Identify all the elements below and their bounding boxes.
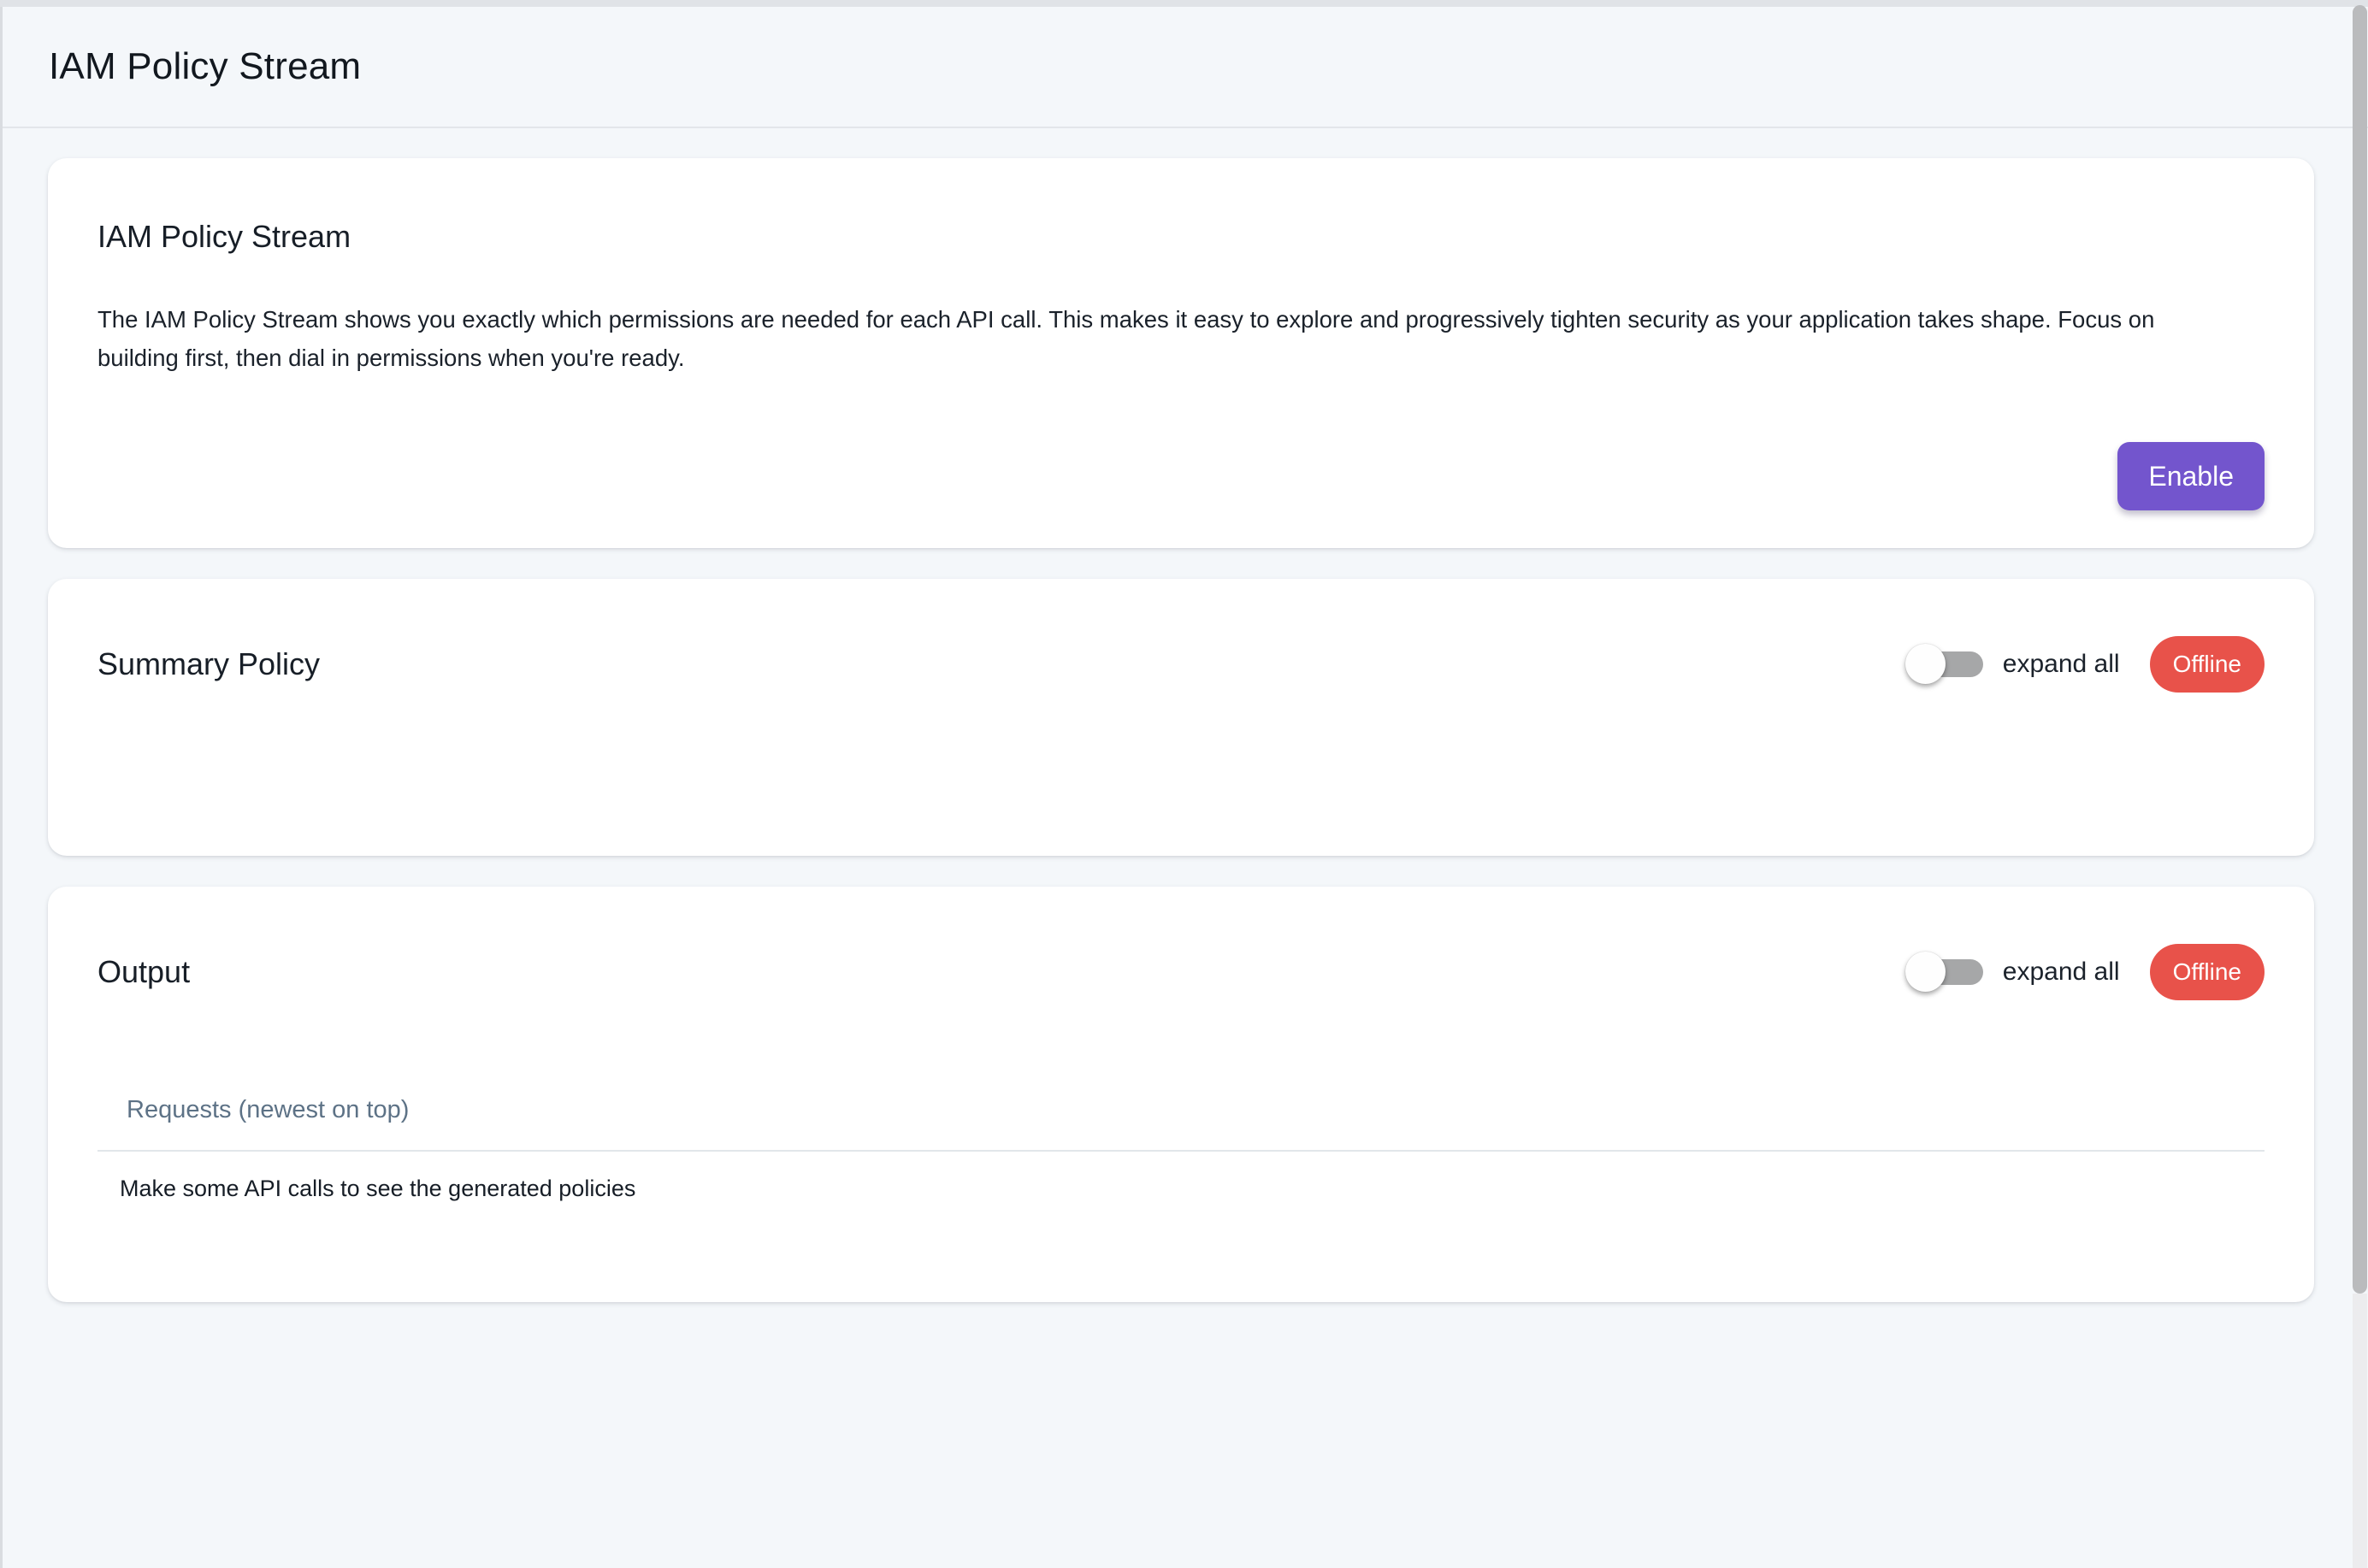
output-card: Output expand all Offline Requests (newe… <box>48 887 2314 1302</box>
output-expand-all-toggle-knob[interactable] <box>1905 952 1946 992</box>
output-status-badge: Offline <box>2150 944 2265 1000</box>
vertical-scrollbar[interactable] <box>2351 5 2368 1568</box>
summary-expand-all-label: expand all <box>2003 650 2120 679</box>
requests-empty-message: Make some API calls to see the generated… <box>97 1176 2265 1202</box>
summary-policy-header-row: Summary Policy expand all Offline <box>97 630 2265 699</box>
requests-divider <box>97 1150 2265 1152</box>
requests-heading: Requests (newest on top) <box>97 1095 2265 1124</box>
output-controls: expand all Offline <box>1911 944 2265 1000</box>
app-container: IAM Policy Stream IAM Policy Stream The … <box>0 7 2368 1568</box>
requests-section: Requests (newest on top) Make some API c… <box>97 1095 2265 1202</box>
output-header-row: Output expand all Offline <box>97 938 2265 1006</box>
intro-card: IAM Policy Stream The IAM Policy Stream … <box>48 158 2314 548</box>
vertical-scrollbar-thumb[interactable] <box>2353 5 2367 1294</box>
iam-policy-stream-page: { "page": { "title": "IAM Policy Stream"… <box>0 0 2368 1568</box>
page-header: IAM Policy Stream <box>3 7 2368 128</box>
summary-expand-all-toggle[interactable] <box>1911 651 1983 677</box>
main-content: IAM Policy Stream The IAM Policy Stream … <box>3 128 2368 1302</box>
summary-policy-card: Summary Policy expand all Offline <box>48 579 2314 856</box>
summary-expand-all-toggle-knob[interactable] <box>1905 644 1946 684</box>
intro-card-heading: IAM Policy Stream <box>97 218 2265 256</box>
summary-status-badge: Offline <box>2150 636 2265 693</box>
vertical-scrollbar-track[interactable] <box>2353 1294 2367 1568</box>
intro-card-actions: Enable <box>97 442 2265 510</box>
summary-policy-heading: Summary Policy <box>97 645 320 683</box>
summary-policy-controls: expand all Offline <box>1911 636 2265 693</box>
output-heading: Output <box>97 953 190 991</box>
output-expand-all-toggle[interactable] <box>1911 959 1983 985</box>
enable-button[interactable]: Enable <box>2117 442 2265 510</box>
output-expand-all-label: expand all <box>2003 958 2120 987</box>
page-title: IAM Policy Stream <box>49 45 361 88</box>
window-top-strip <box>0 0 2368 7</box>
intro-card-description: The IAM Policy Stream shows you exactly … <box>97 300 2210 377</box>
